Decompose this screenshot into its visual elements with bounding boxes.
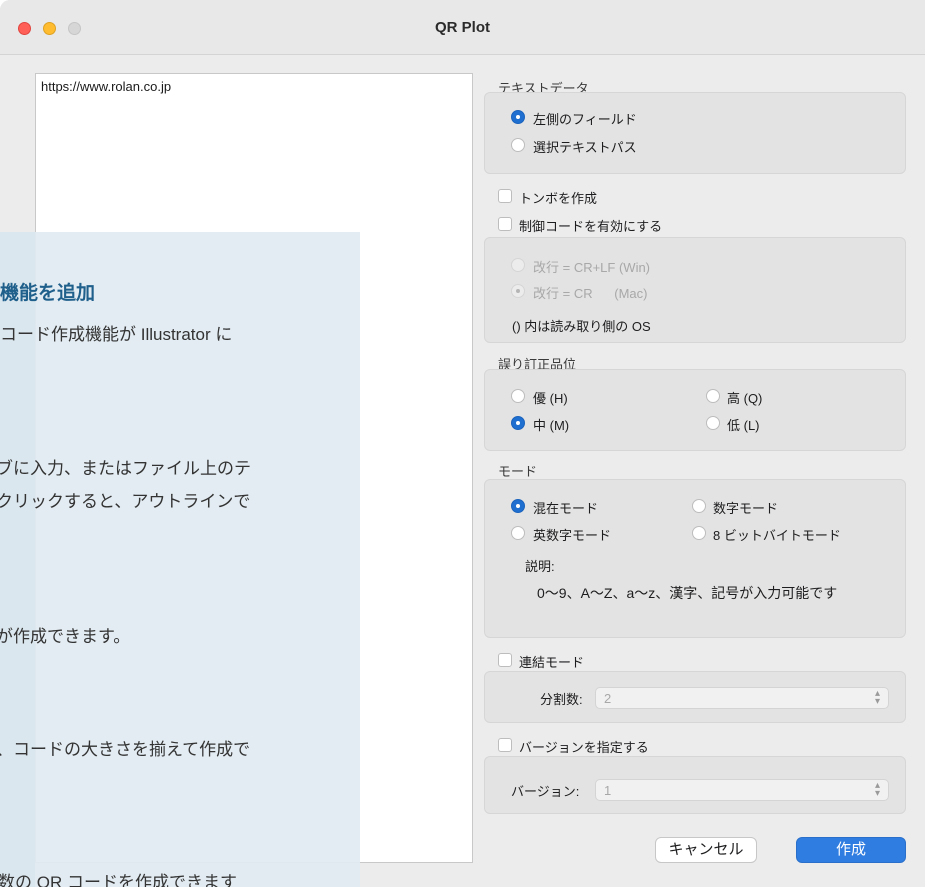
radio-ec-h-label[interactable]: 優 (H)	[533, 388, 568, 407]
split-count-select[interactable]: 2 ▴ ▾	[595, 687, 889, 709]
mode-description-label: 説明:	[525, 559, 555, 574]
radio-ec-q[interactable]	[706, 389, 720, 403]
split-count-label: 分割数:	[540, 692, 583, 707]
radio-mode-mixed[interactable]	[511, 499, 525, 513]
specify-version-checkbox[interactable]	[498, 738, 512, 752]
error-correction-group: 優 (H) 高 (Q) 中 (M) 低 (L)	[484, 369, 906, 451]
create-button[interactable]: 作成	[796, 837, 906, 863]
radio-mode-alphanumeric[interactable]	[511, 526, 525, 540]
mode-label: モード	[498, 464, 538, 479]
text-data-group: 左側のフィールド 選択テキストパス	[484, 92, 906, 174]
radio-mode-numeric[interactable]	[692, 499, 706, 513]
control-code-label[interactable]: 制御コードを有効にする	[519, 216, 662, 235]
updown-chevron-icon: ▴ ▾	[874, 780, 880, 799]
overlay-text-line: ブに入力、またはファイル上のテ	[0, 459, 251, 478]
structured-append-label[interactable]: 連結モード	[519, 652, 584, 671]
radio-ec-l[interactable]	[706, 416, 720, 430]
radio-newline-crlf-label: 改行 = CR+LF (Win)	[533, 260, 651, 275]
crop-marks-checkbox[interactable]	[498, 189, 512, 203]
updown-chevron-icon: ▴ ▾	[874, 688, 880, 707]
overlay-text-line: 、コードの大きさを揃えて作成で	[0, 740, 251, 759]
radio-newline-cr[interactable]	[511, 284, 525, 298]
radio-ec-m[interactable]	[511, 416, 525, 430]
mode-description-text: 0〜9、A〜Z、a〜z、漢字、記号が入力可能です	[537, 585, 838, 601]
overlay-heading: 機能を追加	[0, 283, 96, 304]
mode-group: 混在モード 数字モード 英数字モード 8 ビットバイトモード 説明: 0〜9、A…	[484, 479, 906, 638]
overlay-text-line: が作成できます。	[0, 627, 131, 646]
split-count-value: 2	[604, 691, 612, 706]
radio-ec-m-label[interactable]: 中 (M)	[533, 415, 569, 434]
radio-ec-h[interactable]	[511, 389, 525, 403]
cancel-button[interactable]: キャンセル	[655, 837, 757, 863]
structured-append-group: 分割数: 2 ▴ ▾	[484, 671, 906, 723]
overlay-text-line: クリックすると、アウトラインで	[0, 492, 251, 511]
structured-append-checkbox[interactable]	[498, 653, 512, 667]
qr-text-value: https://www.rolan.co.jp	[41, 79, 172, 94]
radio-mode-mixed-label[interactable]: 混在モード	[533, 498, 598, 517]
radio-selected-text-path[interactable]	[511, 138, 525, 152]
control-code-note: () 内は読み取り側の OS	[512, 319, 651, 334]
radio-newline-crlf[interactable]	[511, 258, 525, 272]
crop-marks-label[interactable]: トンボを作成	[519, 188, 597, 207]
radio-mode-numeric-label[interactable]: 数字モード	[713, 498, 778, 517]
radio-left-field[interactable]	[511, 110, 525, 124]
specify-version-label[interactable]: バージョンを指定する	[519, 737, 649, 756]
version-value: 1	[604, 783, 612, 798]
radio-ec-l-label[interactable]: 低 (L)	[727, 415, 760, 434]
radio-left-field-label[interactable]: 左側のフィールド	[533, 109, 637, 128]
overlay-text-line: 数の QR コードを作成できます	[0, 873, 237, 887]
version-group: バージョン: 1 ▴ ▾	[484, 756, 906, 814]
control-code-checkbox[interactable]	[498, 217, 512, 231]
control-code-group: 改行 = CR+LF (Win) 改行 = CR (Mac) () 内は読み取り…	[484, 237, 906, 343]
version-select[interactable]: 1 ▴ ▾	[595, 779, 889, 801]
window-title: QR Plot	[435, 19, 490, 36]
overlay-text-line: コード作成機能が Illustrator に	[0, 325, 233, 344]
version-label: バージョン:	[511, 784, 580, 799]
radio-selected-text-path-label[interactable]: 選択テキストパス	[533, 137, 637, 156]
radio-ec-q-label[interactable]: 高 (Q)	[727, 388, 762, 407]
title-bar: QR Plot	[0, 0, 925, 55]
radio-mode-8bit[interactable]	[692, 526, 706, 540]
radio-newline-cr-label: 改行 = CR (Mac)	[533, 286, 648, 301]
radio-mode-alphanumeric-label[interactable]: 英数字モード	[533, 525, 611, 544]
radio-mode-8bit-label[interactable]: 8 ビットバイトモード	[713, 525, 841, 544]
article-overlay-panel: 機能を追加 コード作成機能が Illustrator に ブに入力、またはファイ…	[0, 232, 360, 887]
